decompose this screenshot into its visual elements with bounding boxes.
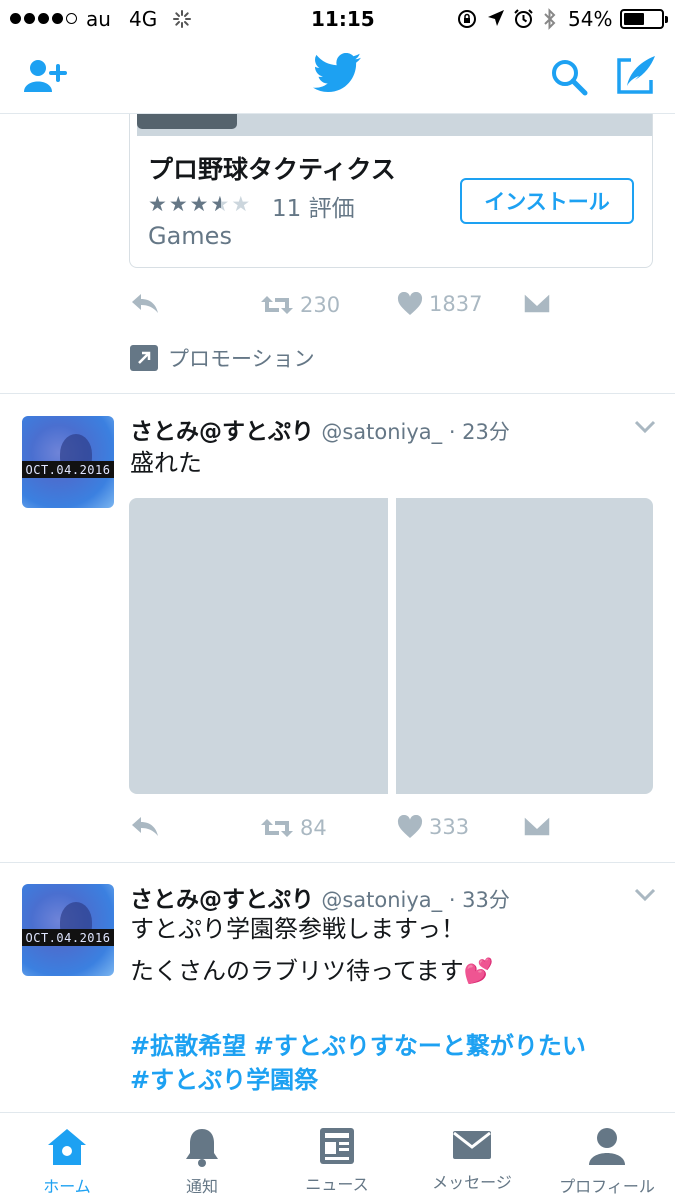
battery-icon xyxy=(620,9,668,29)
avatar-date-text: OCT.04.2016 xyxy=(22,929,114,946)
status-bar: au 4G 11:15 54% xyxy=(0,0,675,38)
network-label: 4G xyxy=(129,7,158,31)
tweet-text-line: すとぷり学園祭参戦しますっ！ xyxy=(130,915,466,943)
reply-icon xyxy=(132,817,158,836)
avatar-date-text: OCT.04.2016 xyxy=(22,461,114,478)
news-icon xyxy=(320,1128,354,1164)
tweet-header: さとみ@すとぷり @satoniya_ · 23分 xyxy=(130,412,510,446)
location-arrow-icon xyxy=(488,10,504,26)
hashtag-link[interactable]: #すとぷりすなーと繋がりたい xyxy=(254,1032,586,1060)
tweet-text-line: たくさんのラブリツ待ってます💕 xyxy=(130,957,494,985)
reply-button[interactable] xyxy=(130,292,160,314)
avatar[interactable]: OCT.04.2016 xyxy=(22,416,114,508)
promoted-arrow-icon xyxy=(130,345,158,371)
retweet-button[interactable]: 230 xyxy=(260,292,340,318)
profile-icon xyxy=(589,1128,625,1165)
avatar[interactable]: OCT.04.2016 xyxy=(22,884,114,976)
retweet-button[interactable]: 84 xyxy=(260,815,327,841)
reply-button[interactable] xyxy=(130,815,160,837)
tweet-header: さとみ@すとぷり @satoniya_ · 33分 xyxy=(130,880,510,914)
handle-and-time[interactable]: @satoniya_ · 23分 xyxy=(321,420,510,444)
star-rating: ★★★★★★ xyxy=(148,192,253,216)
tweet-actions: 84 333 xyxy=(0,815,675,845)
mail-icon xyxy=(523,815,551,837)
mail-icon xyxy=(453,1131,491,1159)
app-category: Games xyxy=(148,222,232,250)
tab-label: メッセージ xyxy=(432,1173,512,1192)
hashtag-line: #すとぷり学園祭 xyxy=(130,1061,318,1099)
search-icon[interactable] xyxy=(550,58,588,96)
twitter-bird-icon[interactable] xyxy=(313,53,361,93)
app-title[interactable]: プロ野球タクティクス xyxy=(148,150,396,186)
loading-spinner-icon xyxy=(173,10,191,28)
retweet-icon xyxy=(261,296,293,314)
heart-icon xyxy=(397,292,423,315)
home-icon xyxy=(48,1129,86,1165)
promoted-indicator[interactable]: プロモーション xyxy=(130,343,315,373)
bottom-tab-bar: ホーム 通知 ニュース メッセージ プロフィール xyxy=(0,1112,675,1200)
alarm-icon xyxy=(514,9,533,28)
chevron-down-icon[interactable] xyxy=(634,420,656,434)
hashtag-line: #拡散希望 #すとぷりすなーと繋がりたい xyxy=(130,1027,586,1065)
tweet-media-image[interactable] xyxy=(396,498,653,794)
like-count: 333 xyxy=(429,815,470,839)
tab-news[interactable]: ニュース xyxy=(282,1113,392,1200)
tab-label: ホーム xyxy=(43,1177,91,1196)
install-button[interactable]: インストール xyxy=(460,178,634,224)
heart-icon xyxy=(397,815,423,838)
like-button[interactable]: 333 xyxy=(397,815,469,839)
reply-icon xyxy=(132,294,158,313)
tweet-media-image[interactable] xyxy=(129,498,388,794)
ad-tweet-actions: 230 1837 xyxy=(0,292,675,322)
rating-count: 11 評価 xyxy=(272,196,355,222)
tweet-text: 盛れた xyxy=(130,449,202,477)
top-nav-bar xyxy=(0,38,675,114)
clock: 11:15 xyxy=(311,7,375,31)
add-user-icon[interactable] xyxy=(24,58,70,94)
retweet-count: 84 xyxy=(300,816,327,840)
mail-icon xyxy=(523,292,551,314)
direct-message-button[interactable] xyxy=(523,292,551,314)
like-count: 1837 xyxy=(429,292,483,316)
like-button[interactable]: 1837 xyxy=(397,292,482,316)
tweet-divider xyxy=(0,862,675,863)
hashtag-link[interactable]: #すとぷり学園祭 xyxy=(130,1066,318,1094)
bluetooth-icon xyxy=(544,8,556,30)
tab-notifications[interactable]: 通知 xyxy=(147,1113,257,1200)
direct-message-button[interactable] xyxy=(523,815,551,837)
tab-messages[interactable]: メッセージ xyxy=(417,1113,527,1200)
tab-label: 通知 xyxy=(185,1177,218,1196)
tab-home[interactable]: ホーム xyxy=(12,1113,122,1200)
rotation-lock-icon xyxy=(458,10,476,28)
promoted-label: プロモーション xyxy=(168,347,315,371)
tab-profile[interactable]: プロフィール xyxy=(552,1113,662,1200)
hashtag-link[interactable]: #拡散希望 xyxy=(130,1032,246,1060)
bell-icon xyxy=(186,1129,218,1167)
two-hearts-emoji: 💕 xyxy=(463,957,494,985)
compose-icon[interactable] xyxy=(615,54,657,96)
tab-label: ニュース xyxy=(305,1175,369,1194)
tab-label: プロフィール xyxy=(559,1177,655,1196)
display-name[interactable]: さとみ@すとぷり xyxy=(130,419,314,445)
chevron-down-icon[interactable] xyxy=(634,888,656,902)
signal-strength-icon xyxy=(10,13,77,24)
tweet-divider xyxy=(0,393,675,394)
carrier-label: au xyxy=(86,7,111,31)
battery-percent: 54% xyxy=(568,7,613,31)
retweet-count: 230 xyxy=(300,293,341,317)
retweet-icon xyxy=(261,819,293,837)
handle-and-time[interactable]: @satoniya_ · 33分 xyxy=(321,888,510,912)
